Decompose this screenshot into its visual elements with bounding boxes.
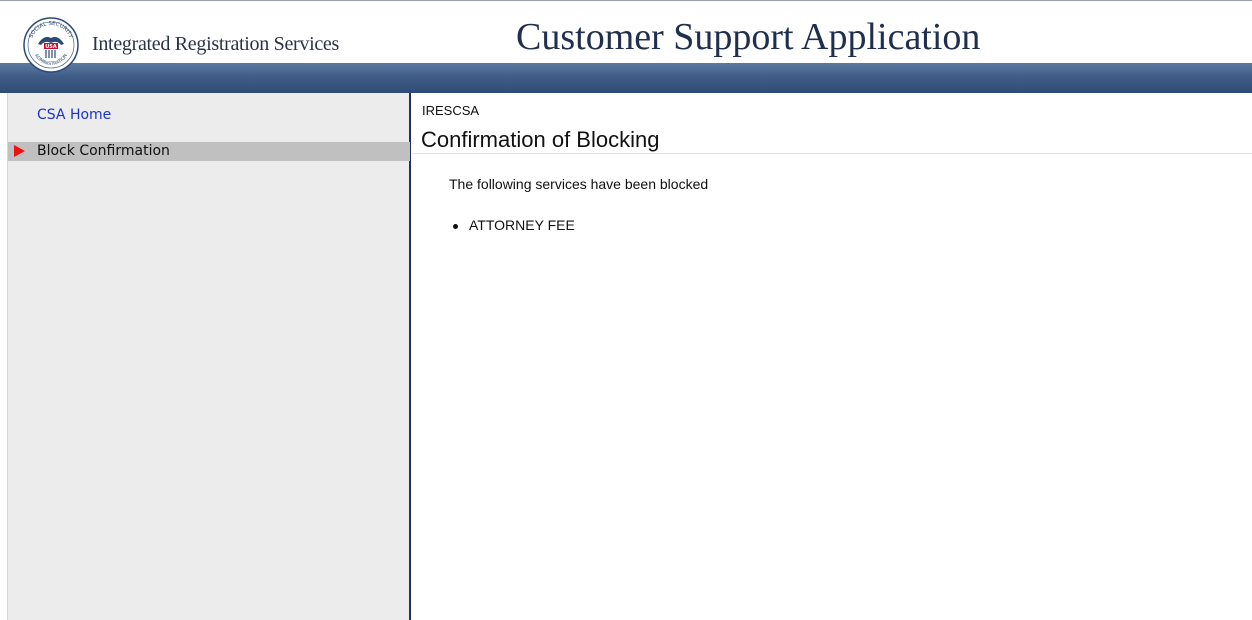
page-title: Confirmation of Blocking xyxy=(421,127,660,152)
sidebar: CSA Home Block Confirmation xyxy=(7,93,411,620)
blocked-service-label: ATTORNEY FEE xyxy=(469,217,575,233)
nav-item-label: Block Confirmation xyxy=(37,143,170,159)
ssa-seal-icon: SOCIAL SECURITY ADMINISTRATION USA xyxy=(23,17,79,73)
main-content: IRESCSA Confirmation of Blocking The fol… xyxy=(413,93,1252,620)
nav-link-csa-home[interactable]: CSA Home xyxy=(37,107,111,123)
org-name: Integrated Registration Services xyxy=(92,33,339,55)
seal-text-center: USA xyxy=(45,44,57,50)
blocked-services-list: ATTORNEY FEE xyxy=(453,217,575,233)
header-band xyxy=(0,63,1252,93)
list-item: ATTORNEY FEE xyxy=(453,217,575,233)
app-title: Customer Support Application xyxy=(516,16,981,58)
bullet-icon xyxy=(453,224,458,229)
app-code: IRESCSA xyxy=(422,103,480,118)
header: Integrated Registration Services Custome… xyxy=(0,5,1252,63)
nav-item-block-confirmation[interactable]: Block Confirmation xyxy=(8,142,410,161)
confirmation-message: The following services have been blocked xyxy=(449,176,709,192)
red-arrow-icon xyxy=(14,145,25,157)
title-divider xyxy=(413,153,1252,154)
